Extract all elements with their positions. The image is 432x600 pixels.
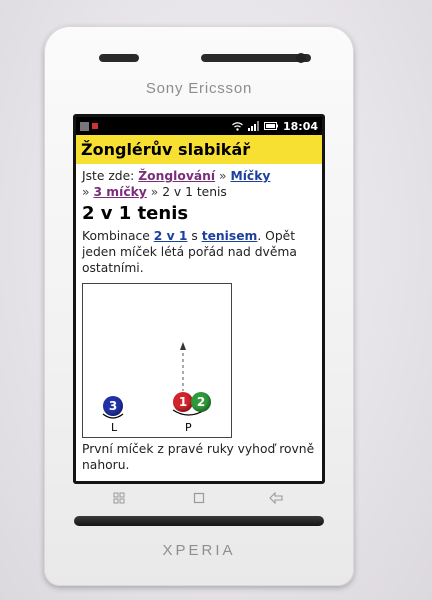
ball-2: 2 [191,392,211,412]
link-tenis[interactable]: tenisem [202,229,258,243]
softkey-row [73,492,325,510]
ball-3: 3 [103,396,123,416]
front-camera [296,53,306,63]
page-title: 2 v 1 tenis [82,203,189,224]
battery-icon [263,122,278,130]
wifi-icon [232,121,243,131]
earpiece-speaker [201,54,311,62]
bottom-key-bar[interactable] [74,516,324,526]
xperia-logo: XPERIA [162,542,236,559]
signal-icon [247,121,259,131]
status-time: 18:04 [282,119,318,133]
phone-body: Sony Ericsson 18:04 Žonglérův slabikář J… [44,26,354,586]
hand-left-label: L [111,421,118,434]
juggling-animation: 3 1 2 L P [82,283,232,438]
back-arrow-icon[interactable] [269,492,283,504]
ball-1: 1 [173,392,193,412]
grid-icon[interactable] [113,492,125,504]
alert-icon [92,123,98,129]
link-2-v-1[interactable]: 2 v 1 [154,229,188,243]
sensor-slot [99,54,139,62]
breadcrumb-link-zonglovani[interactable]: Žonglování [138,169,215,183]
breadcrumb: Jste zde: Žonglování » Míčky » 3 míčky »… [82,169,271,199]
step-caption: První míček z pravé ruky vyhoď rovně nah… [82,442,315,472]
intro-paragraph: Kombinace 2 v 1 s tenisem. Opět jeden mí… [82,229,297,275]
status-bar: 18:04 [76,117,322,135]
app-title: Žonglérův slabikář [76,135,322,164]
screen-bezel: 18:04 Žonglérův slabikář Jste zde: Žongl… [73,114,325,484]
notification-icon [80,121,89,131]
brand-logo: Sony Ericsson [145,80,253,97]
breadcrumb-prefix: Jste zde: [82,169,135,183]
breadcrumb-link-micky[interactable]: Míčky [230,169,270,183]
square-icon[interactable] [193,492,205,504]
screen: 18:04 Žonglérův slabikář Jste zde: Žongl… [76,117,322,481]
hand-right-label: P [185,421,192,434]
breadcrumb-link-3-micky[interactable]: 3 míčky [93,185,146,199]
animation-drawing [102,342,206,419]
breadcrumb-current: 2 v 1 tenis [162,185,227,199]
